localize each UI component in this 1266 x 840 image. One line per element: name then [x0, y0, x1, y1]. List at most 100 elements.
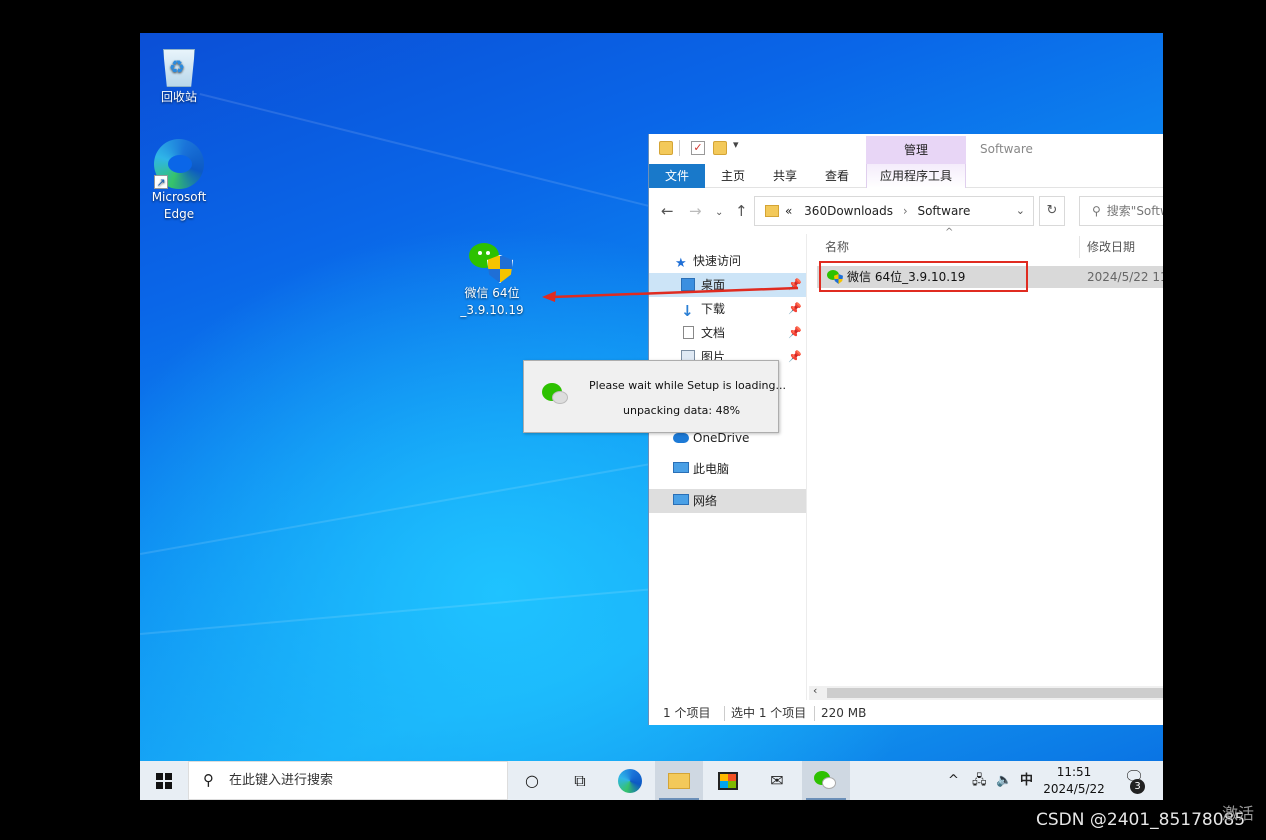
- mail-icon: ✉: [770, 771, 784, 790]
- nav-item-network[interactable]: 网络: [649, 489, 806, 513]
- wechat-icon: [542, 383, 568, 404]
- up-arrow-icon[interactable]: ↑: [735, 202, 748, 220]
- csdn-watermark: CSDN @2401_85178085: [1036, 810, 1246, 830]
- cloud-icon: [673, 433, 689, 443]
- windows-logo-icon: [156, 773, 172, 789]
- desktop-icon-label: 微信 64位: [464, 286, 520, 300]
- nav-item-documents[interactable]: 文档 📌: [649, 321, 806, 345]
- activate-windows-text: 激活: [1222, 804, 1255, 823]
- edge-icon: [618, 769, 642, 793]
- document-icon: [683, 326, 694, 339]
- task-view-icon: ⧉: [574, 771, 586, 790]
- uac-shield-icon: [487, 255, 513, 283]
- tab-view[interactable]: 查看: [813, 164, 861, 188]
- nav-label: 网络: [693, 494, 718, 508]
- column-separator[interactable]: [1079, 236, 1080, 258]
- nav-label: 下载: [701, 302, 726, 316]
- network-icon: [673, 494, 689, 505]
- setup-message: Please wait while Setup is loading...: [589, 379, 786, 392]
- search-placeholder: 搜索"Software": [1106, 204, 1163, 218]
- ribbon-tabs: 文件 主页 共享 查看 应用程序工具: [649, 164, 1163, 188]
- clock-time: 11:51: [1056, 765, 1092, 779]
- highlight-annotation: [819, 261, 1028, 292]
- computer-icon: [673, 462, 689, 473]
- folder-icon[interactable]: [659, 141, 673, 155]
- tab-app-tools[interactable]: 应用程序工具: [866, 164, 966, 188]
- taskbar-search-input[interactable]: ⚲ 在此键入进行搜索: [188, 761, 508, 800]
- scroll-left-icon[interactable]: ‹: [813, 684, 817, 697]
- breadcrumb-software[interactable]: Software: [917, 204, 970, 218]
- folder-icon: [765, 205, 779, 217]
- taskbar-wechat-setup[interactable]: [802, 761, 850, 800]
- status-bar: 1 个项目 选中 1 个项目 220 MB: [649, 702, 1163, 725]
- desktop-icon-label: 回收站: [160, 90, 197, 104]
- tab-file[interactable]: 文件: [649, 164, 705, 188]
- desktop-icon-wechat-installer[interactable]: 微信 64位 _3.9.10.19: [452, 243, 532, 319]
- taskbar-store[interactable]: [704, 761, 752, 800]
- context-tab-manage[interactable]: 管理: [866, 136, 966, 164]
- column-header-name[interactable]: 名称: [825, 234, 849, 260]
- taskbar-mail[interactable]: ✉: [753, 761, 801, 800]
- annotation-arrow: [542, 286, 799, 302]
- nav-label: 此电脑: [693, 462, 730, 476]
- customize-toolbar-icon[interactable]: ▾: [733, 138, 739, 151]
- desktop-icon-recycle-bin[interactable]: ♻ 回收站: [140, 43, 219, 106]
- status-selected: 选中 1 个项目: [731, 706, 807, 720]
- taskbar-file-explorer[interactable]: [655, 761, 703, 800]
- taskbar-edge[interactable]: [606, 761, 654, 800]
- taskbar-clock[interactable]: 11:51 2024/5/22: [1028, 764, 1120, 798]
- pin-icon[interactable]: 📌: [788, 321, 802, 345]
- nav-item-quick-access[interactable]: ★ 快速访问: [649, 249, 806, 273]
- taskbar: ⚲ 在此键入进行搜索 ○ ⧉ ✉ ^ 🖧 🔈 中 11:51 2024/5/22: [140, 761, 1163, 800]
- search-placeholder: 在此键入进行搜索: [229, 773, 334, 788]
- nav-label: 文档: [701, 326, 726, 340]
- file-modified: 2024/5/22 11: [1087, 270, 1163, 284]
- breadcrumb-360downloads[interactable]: 360Downloads: [804, 204, 893, 218]
- breadcrumb-separator: ›: [902, 204, 908, 218]
- nav-label: 快速访问: [693, 254, 742, 268]
- pin-icon[interactable]: 📌: [788, 345, 802, 369]
- desktop-icon-label: Microsoft Edge: [151, 190, 207, 221]
- screen: ♻ 回收站 ↗ Microsoft Edge 微信 64位 _3.9.10.19…: [0, 0, 1266, 840]
- store-bag-icon: [718, 772, 738, 790]
- start-button[interactable]: [140, 761, 188, 800]
- address-bar[interactable]: « 360Downloads › Software ⌄: [754, 196, 1034, 226]
- navigation-pane: ★ 快速访问 桌面 📌 ↓ 下载 📌 文档 📌 图片 📌 OneDrive 此电…: [649, 234, 806, 704]
- recycle-bin-icon: ♻: [159, 43, 199, 87]
- star-icon: ★: [675, 256, 687, 271]
- column-header-modified[interactable]: 修改日期: [1087, 234, 1135, 260]
- nav-item-this-pc[interactable]: 此电脑: [649, 457, 806, 481]
- setup-loading-dialog: Please wait while Setup is loading... un…: [523, 360, 786, 433]
- shortcut-arrow-icon: ↗: [154, 175, 168, 189]
- window-title: Software: [980, 142, 1033, 156]
- notification-count-badge: 3: [1130, 779, 1145, 794]
- volume-icon[interactable]: 🔈: [996, 761, 1012, 800]
- forward-arrow-icon[interactable]: →: [689, 202, 702, 220]
- address-overflow[interactable]: «: [785, 204, 792, 218]
- refresh-icon[interactable]: ↻: [1039, 196, 1065, 226]
- properties-icon[interactable]: ✓: [691, 141, 705, 155]
- address-dropdown-chevron-icon[interactable]: ⌄: [1016, 197, 1025, 225]
- horizontal-scrollbar[interactable]: ‹: [809, 684, 1163, 700]
- network-status-icon[interactable]: 🖧: [972, 761, 987, 800]
- recent-locations-chevron-icon[interactable]: ⌄: [715, 204, 723, 222]
- scrollbar-thumb[interactable]: [827, 688, 1163, 698]
- show-hidden-icons-chevron-icon[interactable]: ^: [948, 761, 959, 800]
- cortana-button[interactable]: ○: [508, 761, 556, 800]
- status-size: 220 MB: [821, 706, 867, 720]
- search-input[interactable]: ⚲ 搜索"Software": [1079, 196, 1163, 226]
- clock-date: 2024/5/22: [1043, 782, 1105, 796]
- pane-divider[interactable]: [806, 234, 807, 700]
- search-icon: ⚲: [203, 771, 214, 789]
- tab-share[interactable]: 共享: [761, 164, 809, 188]
- task-view-button[interactable]: ⧉: [556, 761, 604, 800]
- tab-home[interactable]: 主页: [709, 164, 757, 188]
- sort-ascending-icon: ^: [945, 227, 954, 238]
- status-item-count: 1 个项目: [663, 706, 711, 720]
- back-arrow-icon[interactable]: ←: [661, 202, 674, 220]
- action-center-button[interactable]: 🗨 3: [1124, 767, 1145, 794]
- wechat-icon: [814, 771, 838, 791]
- desktop-icon-edge[interactable]: ↗ Microsoft Edge: [140, 139, 219, 223]
- new-folder-icon[interactable]: [713, 141, 727, 155]
- setup-progress-text: unpacking data: 48%: [623, 404, 741, 417]
